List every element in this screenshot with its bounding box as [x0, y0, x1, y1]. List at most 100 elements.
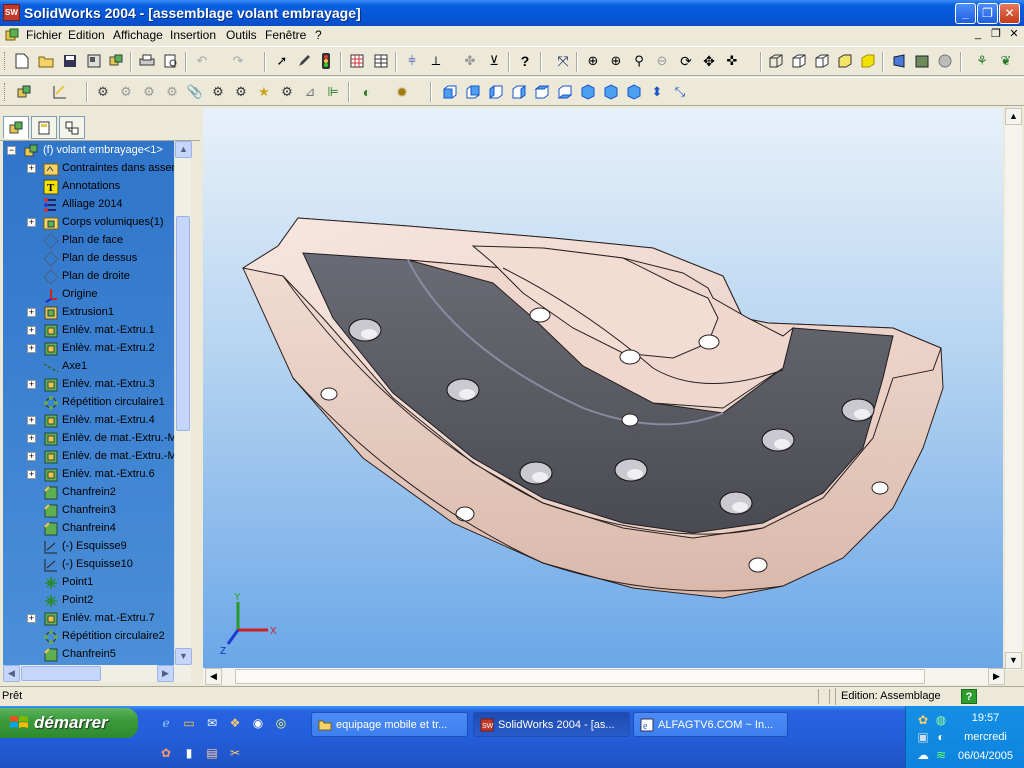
- close-button[interactable]: ✕: [999, 3, 1020, 24]
- right-view-icon[interactable]: [509, 82, 529, 102]
- menu-fenetre[interactable]: Fenêtre: [265, 28, 306, 42]
- tree-item[interactable]: Chanfrein5: [3, 646, 174, 664]
- expand-toggle[interactable]: +: [27, 344, 36, 353]
- configurationmanager-tab[interactable]: [59, 116, 85, 139]
- isometric-view-icon[interactable]: [578, 82, 598, 102]
- back-view-icon[interactable]: [463, 82, 483, 102]
- clock-time[interactable]: 19:57: [948, 712, 1023, 724]
- save-icon[interactable]: [60, 51, 80, 71]
- open-folder-icon[interactable]: [36, 51, 56, 71]
- zoom-area-icon[interactable]: ⊕: [606, 51, 626, 71]
- tree-item[interactable]: (-) Esquisse9: [3, 538, 174, 556]
- view-orientation-icon[interactable]: ⤧: [553, 51, 573, 71]
- shaded-edges-icon[interactable]: [835, 51, 855, 71]
- tree-vertical-scrollbar[interactable]: ▲ ▼: [174, 141, 192, 665]
- tree-item[interactable]: Chanfrein3: [3, 502, 174, 520]
- graphics-horizontal-scrollbar[interactable]: ◀ ▶: [203, 668, 1005, 685]
- expand-toggle[interactable]: +: [27, 164, 36, 173]
- left-view-icon[interactable]: [486, 82, 506, 102]
- tree-item[interactable]: + Enlèv. mat.-Extru.2: [3, 340, 174, 358]
- rotate-component-icon[interactable]: ⚙: [231, 82, 251, 102]
- move-component-icon[interactable]: ⚙: [208, 82, 228, 102]
- start-button[interactable]: démarrer: [0, 708, 138, 738]
- tree-item[interactable]: + Enlèv. de mat.-Extru.-M: [3, 448, 174, 466]
- reference-geometry-icon[interactable]: ⟂: [426, 51, 446, 71]
- tree-item[interactable]: Chanfrein4: [3, 520, 174, 538]
- tray-icon[interactable]: ☁: [914, 746, 932, 764]
- explorer-quicklaunch-icon[interactable]: ▭: [180, 714, 198, 732]
- quicklaunch-icon[interactable]: ✿: [157, 744, 175, 762]
- tree-horizontal-scrollbar[interactable]: ◀ ▶: [3, 665, 191, 682]
- hide-component-icon[interactable]: ⚙: [116, 82, 136, 102]
- scroll-left-button[interactable]: ◀: [3, 665, 20, 682]
- media-quicklaunch-icon[interactable]: ◉: [249, 714, 267, 732]
- featuremanager-tab[interactable]: [3, 116, 29, 139]
- tree-item[interactable]: Chanfrein2: [3, 484, 174, 502]
- tree-item[interactable]: + Enlèv. mat.-Extru.1: [3, 322, 174, 340]
- propertymanager-tab[interactable]: [31, 116, 57, 139]
- zoom-to-fit-icon[interactable]: ⊕: [583, 51, 603, 71]
- explode-line-sketch-icon[interactable]: ⊿: [300, 82, 320, 102]
- expand-toggle[interactable]: +: [27, 326, 36, 335]
- sketch-pencil-icon[interactable]: [294, 51, 314, 71]
- print-preview-icon[interactable]: [161, 51, 181, 71]
- doc-restore-button[interactable]: ❐: [988, 27, 1004, 42]
- realview-sphere-icon[interactable]: [935, 51, 955, 71]
- trimetric-view-icon[interactable]: [601, 82, 621, 102]
- tree-item[interactable]: Alliage 2014: [3, 196, 174, 214]
- tree-item[interactable]: Point2: [3, 592, 174, 610]
- interference-detection-icon[interactable]: ⊫: [323, 82, 343, 102]
- graphics-scroll-up[interactable]: ▲: [1005, 108, 1022, 125]
- solidworks-app-icon[interactable]: SW: [3, 4, 20, 21]
- scroll-down-button[interactable]: ▼: [175, 648, 192, 665]
- features-dropdown-icon[interactable]: ◐: [357, 82, 377, 102]
- table-icon[interactable]: [371, 51, 391, 71]
- tree-item[interactable]: Origine: [3, 286, 174, 304]
- menu-insertion[interactable]: Insertion: [170, 28, 216, 42]
- expand-toggle[interactable]: +: [27, 452, 36, 461]
- tree-item[interactable]: T Annotations: [3, 178, 174, 196]
- flywheel-model[interactable]: [203, 108, 1003, 670]
- scroll-up-button[interactable]: ▲: [175, 141, 192, 158]
- expand-toggle[interactable]: +: [27, 470, 36, 479]
- tray-icon[interactable]: ✿: [914, 711, 932, 729]
- menu-fichier[interactable]: Fichier: [26, 28, 62, 42]
- make-assembly-icon[interactable]: [106, 51, 126, 71]
- task-solidworks[interactable]: SW SolidWorks 2004 - [as...: [473, 712, 630, 737]
- print-icon[interactable]: [137, 51, 157, 71]
- tree-item[interactable]: Point1: [3, 574, 174, 592]
- select-arrow-icon[interactable]: ➚: [272, 51, 292, 71]
- ie-quicklaunch-icon[interactable]: ℯ: [157, 714, 175, 732]
- filter-icon[interactable]: ⊻: [484, 51, 504, 71]
- scroll-thumb[interactable]: [176, 216, 190, 431]
- view-selector-icon[interactable]: ⤡: [670, 82, 690, 102]
- collapse-toggle[interactable]: −: [7, 146, 16, 155]
- dimetric-view-icon[interactable]: [624, 82, 644, 102]
- normal-to-icon[interactable]: ⬍: [647, 82, 667, 102]
- tree-item[interactable]: + Enlèv. mat.-Extru.4: [3, 412, 174, 430]
- section-view-icon[interactable]: [912, 51, 932, 71]
- tree-root-item[interactable]: − (f) volant embrayage<1>: [3, 142, 174, 160]
- mirror-icon[interactable]: ⫩: [402, 51, 422, 71]
- photoworks-icon[interactable]: ❦: [996, 51, 1016, 71]
- insert-component-icon[interactable]: ⚙: [93, 82, 113, 102]
- doc-minimize-button[interactable]: _: [970, 27, 986, 42]
- bottom-view-icon[interactable]: [555, 82, 575, 102]
- rebuild-traffic-light-icon[interactable]: [316, 51, 336, 71]
- hidden-lines-removed-icon[interactable]: [812, 51, 832, 71]
- smart-fasteners-icon[interactable]: ★: [254, 82, 274, 102]
- quicklaunch-icon[interactable]: ❖: [226, 714, 244, 732]
- tree-item[interactable]: Axe1: [3, 358, 174, 376]
- hidden-lines-visible-icon[interactable]: [789, 51, 809, 71]
- tray-icon[interactable]: ▣: [914, 728, 932, 746]
- tree-item[interactable]: + Enlèv. mat.-Extru.6: [3, 466, 174, 484]
- minimize-button[interactable]: _: [955, 3, 976, 24]
- quicklaunch-icon[interactable]: ▮: [180, 744, 198, 762]
- expand-toggle[interactable]: +: [27, 308, 36, 317]
- tree-item[interactable]: + Corps volumiques(1): [3, 214, 174, 232]
- expand-toggle[interactable]: +: [27, 380, 36, 389]
- redo-icon[interactable]: ↷: [228, 51, 248, 71]
- settings-dropdown-icon[interactable]: ✹: [392, 82, 412, 102]
- edit-component-icon[interactable]: [14, 82, 34, 102]
- undo-icon[interactable]: ↶: [192, 51, 212, 71]
